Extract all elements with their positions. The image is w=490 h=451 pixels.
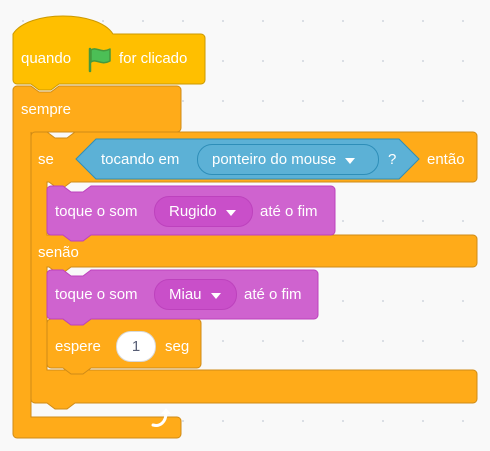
sound-1-dropdown[interactable]: Rugido — [154, 196, 253, 227]
wait-seconds-input[interactable]: 1 — [116, 331, 156, 362]
hat-label-prefix: quando — [21, 50, 72, 67]
sound-1-value: Rugido — [169, 203, 217, 220]
chevron-down-icon — [225, 209, 236, 216]
sound-2-dropdown[interactable]: Miau — [154, 279, 237, 310]
touching-label: tocando em — [101, 151, 180, 168]
touching-object-dropdown[interactable]: ponteiro do mouse — [197, 144, 379, 175]
chevron-down-icon — [210, 292, 221, 299]
sound-1-suffix: até o fim — [260, 203, 318, 220]
chevron-down-icon — [345, 157, 356, 164]
hat-label-suffix: for clicado — [119, 50, 188, 67]
if-label: se — [38, 151, 54, 168]
wait-prefix: espere — [55, 338, 101, 355]
wait-suffix: seg — [165, 338, 190, 355]
sound-1-prefix: toque o som — [55, 203, 138, 220]
sound-2-suffix: até o fim — [244, 286, 302, 303]
else-label: senão — [38, 244, 79, 261]
script-canvas — [12, 15, 478, 439]
then-label: então — [427, 151, 465, 168]
question-mark-label: ? — [388, 151, 397, 168]
touching-object-value: ponteiro do mouse — [212, 151, 337, 168]
sound-2-prefix: toque o som — [55, 286, 138, 303]
sound-2-value: Miau — [169, 286, 202, 303]
forever-label: sempre — [21, 101, 72, 118]
